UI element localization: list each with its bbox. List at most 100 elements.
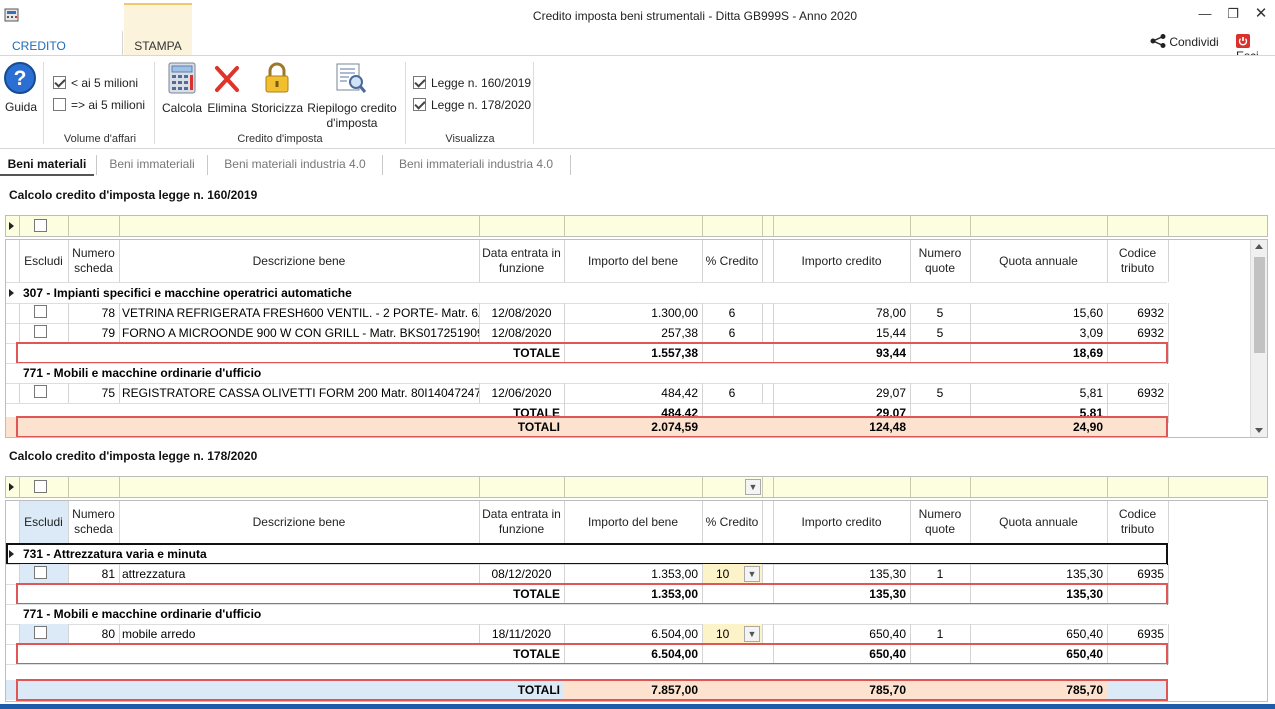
grid-line bbox=[119, 477, 120, 497]
row-exclude-checkbox[interactable] bbox=[34, 305, 47, 318]
law2-title: Calcolo credito d'imposta legge n. 178/2… bbox=[9, 449, 258, 463]
filter-row[interactable] bbox=[5, 215, 1268, 237]
row-numero-scheda: 79 bbox=[101, 326, 115, 340]
row-quota-annuale: 15,60 bbox=[1072, 306, 1103, 320]
grid-line bbox=[970, 323, 971, 343]
grid-line bbox=[910, 624, 911, 644]
column-header-codice[interactable]: Codice tributo bbox=[1107, 240, 1168, 282]
grand-total-highlight-box bbox=[16, 416, 1168, 437]
subtab-beni-materiali[interactable]: Beni materiali bbox=[0, 152, 94, 176]
grid-line bbox=[702, 240, 703, 282]
column-header-data[interactable]: Data entrata in funzione bbox=[479, 501, 564, 543]
storicizza-button[interactable]: Storicizza bbox=[250, 62, 304, 118]
svg-text:?: ? bbox=[14, 67, 27, 90]
ribbon-separator bbox=[533, 62, 534, 144]
tab-stampa[interactable]: STAMPA bbox=[124, 3, 192, 55]
grid-line bbox=[479, 303, 480, 323]
riepilogo-button[interactable]: Riepilogo credito d'imposta bbox=[305, 62, 399, 132]
column-header-quota[interactable]: Quota annuale bbox=[970, 240, 1107, 282]
grid-line bbox=[910, 216, 911, 236]
filter-row[interactable]: ▼ bbox=[5, 476, 1268, 498]
column-header-numero[interactable]: Numero scheda bbox=[68, 501, 119, 543]
column-header-escludi[interactable]: Escludi bbox=[19, 240, 68, 282]
close-icon[interactable]: ✕ bbox=[1250, 4, 1272, 24]
grid-line bbox=[762, 216, 763, 236]
elimina-button[interactable]: Elimina bbox=[205, 62, 249, 118]
grid-line bbox=[1168, 216, 1169, 236]
grid-line bbox=[910, 501, 911, 543]
vertical-scrollbar[interactable] bbox=[1250, 240, 1267, 437]
grid-line bbox=[970, 303, 971, 323]
perc-dropdown-button[interactable]: ▼ bbox=[744, 626, 760, 642]
grid-line bbox=[119, 240, 120, 282]
column-header-importo[interactable]: Importo del bene bbox=[564, 501, 702, 543]
column-header-numero[interactable]: Numero scheda bbox=[68, 240, 119, 282]
grid-line bbox=[1107, 564, 1108, 584]
column-header-descrizione[interactable]: Descrizione bene bbox=[119, 240, 479, 282]
grid-line bbox=[19, 564, 20, 584]
grid-line bbox=[773, 323, 774, 343]
select-all-checkbox[interactable] bbox=[34, 219, 47, 232]
restore-icon[interactable]: ❐ bbox=[1222, 4, 1244, 24]
grid-line bbox=[702, 564, 703, 584]
minimize-icon[interactable]: — bbox=[1194, 4, 1216, 24]
volume-ge5-checkbox[interactable] bbox=[53, 98, 66, 111]
data-area: Escludi Numero scheda Descrizione bene Data… bbox=[5, 239, 1268, 438]
row-exclude-checkbox[interactable] bbox=[34, 385, 47, 398]
subtab-beni-immateriali[interactable]: Beni immateriali bbox=[97, 152, 207, 176]
perc-dropdown-button[interactable]: ▼ bbox=[744, 566, 760, 582]
column-header-perc[interactable]: % Credito bbox=[702, 240, 762, 282]
filter-dropdown-button[interactable]: ▼ bbox=[745, 479, 761, 495]
grid-line bbox=[6, 664, 1167, 665]
column-header-descrizione[interactable]: Descrizione bene bbox=[119, 501, 479, 543]
column-header-quota[interactable]: Quota annuale bbox=[970, 501, 1107, 543]
grid-line bbox=[1168, 240, 1169, 282]
column-header-perc[interactable]: % Credito bbox=[702, 501, 762, 543]
grid-line bbox=[68, 240, 69, 282]
scroll-up-icon[interactable] bbox=[1255, 244, 1263, 249]
scrollbar-thumb[interactable] bbox=[1254, 257, 1265, 353]
calcola-button[interactable]: Calcola bbox=[160, 62, 204, 118]
ribbon-toolbar: ? Guida < ai 5 milioni => ai 5 milioni V… bbox=[0, 55, 1275, 149]
row-exclude-checkbox[interactable] bbox=[34, 566, 47, 579]
grid-line bbox=[119, 303, 120, 323]
column-header-numero_quote[interactable]: Numero quote bbox=[910, 240, 970, 282]
column-header-importo_credito[interactable]: Importo credito bbox=[773, 240, 910, 282]
volume-lt5-checkbox[interactable] bbox=[53, 76, 66, 89]
grid-line bbox=[1168, 501, 1169, 543]
grid-line bbox=[68, 216, 69, 236]
row-importo: 6.504,00 bbox=[651, 627, 698, 641]
grid-line bbox=[910, 323, 911, 343]
credito-group-label: Credito d'imposta bbox=[237, 133, 323, 145]
column-header-importo[interactable]: Importo del bene bbox=[564, 240, 702, 282]
grid-line bbox=[1168, 323, 1169, 343]
visualizza-group-label: Visualizza bbox=[445, 133, 495, 145]
column-header-importo_credito[interactable]: Importo credito bbox=[773, 501, 910, 543]
column-header-escludi[interactable]: Escludi bbox=[19, 501, 68, 543]
row-codice-tributo: 6935 bbox=[1137, 567, 1164, 581]
tab-credito-imposta[interactable]: CREDITO IMPOSTA bbox=[0, 30, 123, 67]
grid-line bbox=[762, 501, 763, 543]
column-header-codice[interactable]: Codice tributo bbox=[1107, 501, 1168, 543]
subtab-materiali-industria[interactable]: Beni materiali industria 4.0 bbox=[208, 152, 382, 176]
row-exclude-checkbox[interactable] bbox=[34, 325, 47, 338]
legge-178-checkbox[interactable] bbox=[413, 98, 426, 111]
grid-line bbox=[19, 477, 20, 497]
column-header-numero_quote[interactable]: Numero quote bbox=[910, 501, 970, 543]
subtab-immateriali-industria[interactable]: Beni immateriali industria 4.0 bbox=[383, 152, 569, 176]
grid-line bbox=[970, 564, 971, 584]
grid-line bbox=[68, 323, 69, 343]
row-quota-annuale: 3,09 bbox=[1079, 326, 1103, 340]
subtab-separator bbox=[570, 155, 571, 175]
select-all-checkbox[interactable] bbox=[34, 480, 47, 493]
grid-line bbox=[762, 624, 763, 644]
column-header-data[interactable]: Data entrata in funzione bbox=[479, 240, 564, 282]
scroll-down-icon[interactable] bbox=[1255, 428, 1263, 433]
law1-title: Calcolo credito d'imposta legge n. 160/2… bbox=[9, 188, 258, 202]
legge-160-checkbox[interactable] bbox=[413, 76, 426, 89]
share-button[interactable]: Condividi bbox=[1150, 34, 1219, 49]
row-exclude-checkbox[interactable] bbox=[34, 626, 47, 639]
delete-x-icon bbox=[215, 66, 239, 92]
row-indicator-icon bbox=[9, 222, 14, 230]
help-button[interactable]: ? Guida bbox=[3, 61, 39, 117]
